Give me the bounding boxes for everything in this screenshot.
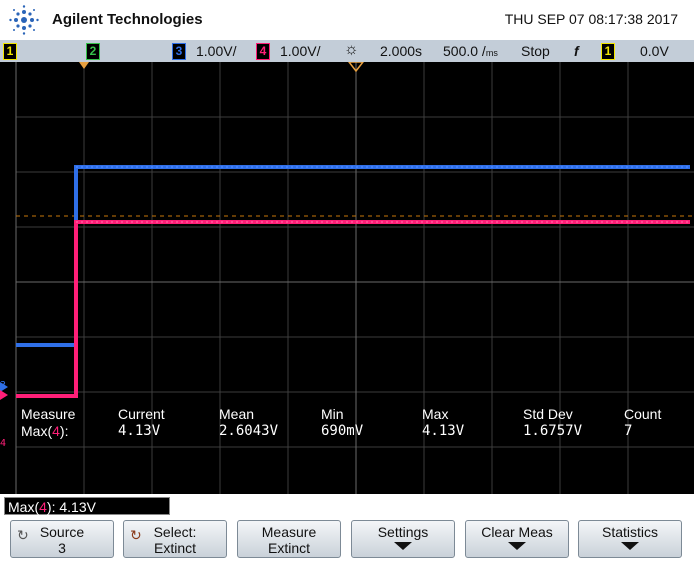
measure-value: Extinct [267, 540, 310, 556]
channel-3-ground-label: 3 [0, 380, 7, 391]
source-label: Source [39, 524, 85, 540]
measure-header: Measure [21, 406, 76, 422]
settings-label: Settings [377, 524, 429, 540]
select-knob-icon: ↻ [130, 527, 142, 543]
readout-channel: 4 [39, 499, 47, 515]
count-header: Count [624, 406, 662, 422]
source-softkey[interactable]: ↻ Source 3 [10, 520, 114, 558]
agilent-spark-logo-icon [9, 5, 39, 35]
datetime: THU SEP 07 08:17:38 2017 [504, 11, 678, 27]
statistics-label: Statistics [601, 524, 658, 540]
waveform-display[interactable]: 3 4 Measure Current Mean Min Max Std Dev… [0, 62, 694, 494]
clear-meas-arrow-icon [508, 542, 526, 550]
run-state: Stop [521, 43, 550, 59]
mean-header: Mean [219, 406, 255, 422]
sample-rate: 500.0 /ms [443, 43, 498, 59]
measure-softkey[interactable]: Measure Extinct [237, 520, 341, 558]
trigger-level: 0.0V [640, 43, 669, 59]
channel-1-indicator[interactable]: 1 [3, 43, 17, 60]
status-bar: 1 2 3 1.00V/ 4 1.00V/ ☼ 2.000s 500.0 /ms… [0, 40, 694, 62]
max-header: Max [422, 406, 449, 422]
statistics-softkey[interactable]: Statistics [578, 520, 682, 558]
clear-meas-label: Clear Meas [481, 524, 553, 540]
statistics-arrow-icon [621, 542, 639, 550]
count-value: 7 [624, 423, 633, 439]
std-dev-value: 1.6757V [523, 423, 583, 439]
max-value: 4.13V [422, 423, 465, 439]
channel-4-indicator[interactable]: 4 [256, 43, 270, 60]
min-value: 690mV [321, 423, 364, 439]
channel-3-trace [16, 165, 690, 347]
channel-4-trace [16, 220, 690, 398]
channel-2-indicator[interactable]: 2 [86, 43, 100, 60]
channel-4-ground-marker [0, 390, 8, 400]
mean-value: 2.6043V [219, 423, 279, 439]
channel-3-indicator[interactable]: 3 [172, 43, 186, 60]
current-header: Current [118, 406, 165, 422]
source-value: 3 [58, 540, 66, 556]
min-header: Min [321, 406, 344, 422]
header: Agilent Technologies THU SEP 07 08:17:38… [0, 0, 694, 40]
select-label: Select: [153, 524, 197, 540]
settings-softkey[interactable]: Settings [351, 520, 455, 558]
measure-row-label: Max(4): [21, 423, 69, 439]
measure-label: Measure [261, 524, 317, 540]
select-value: Extinct [153, 540, 196, 556]
clear-meas-softkey[interactable]: Clear Meas [465, 520, 569, 558]
current-value: 4.13V [118, 423, 161, 439]
readout-value: ): 4.13V [46, 499, 96, 515]
select-softkey[interactable]: ↻ Select: Extinct [123, 520, 227, 558]
channel-4-scale: 1.00V/ [280, 43, 321, 59]
settings-arrow-icon [394, 542, 412, 550]
std-dev-header: Std Dev [523, 406, 573, 422]
trigger-source-indicator[interactable]: 1 [601, 43, 615, 60]
trigger-slope-icon: f [574, 43, 579, 59]
readout-prefix: Max( [8, 499, 40, 515]
trigger-position-marker [79, 62, 89, 69]
softkey-bar: ↻ Source 3 ↻ Select: Extinct Measure Ext… [0, 517, 694, 562]
channel-3-scale: 1.00V/ [196, 43, 237, 59]
channel-4-ground-label: 4 [0, 438, 7, 449]
brand-name: Agilent Technologies [52, 11, 203, 28]
timebase: 2.000s [380, 43, 423, 59]
acquisition-icon: ☼ [344, 41, 359, 58]
rotate-knob-icon: ↻ [17, 527, 29, 543]
measurement-readout: Max(4): 4.13V [4, 497, 170, 515]
